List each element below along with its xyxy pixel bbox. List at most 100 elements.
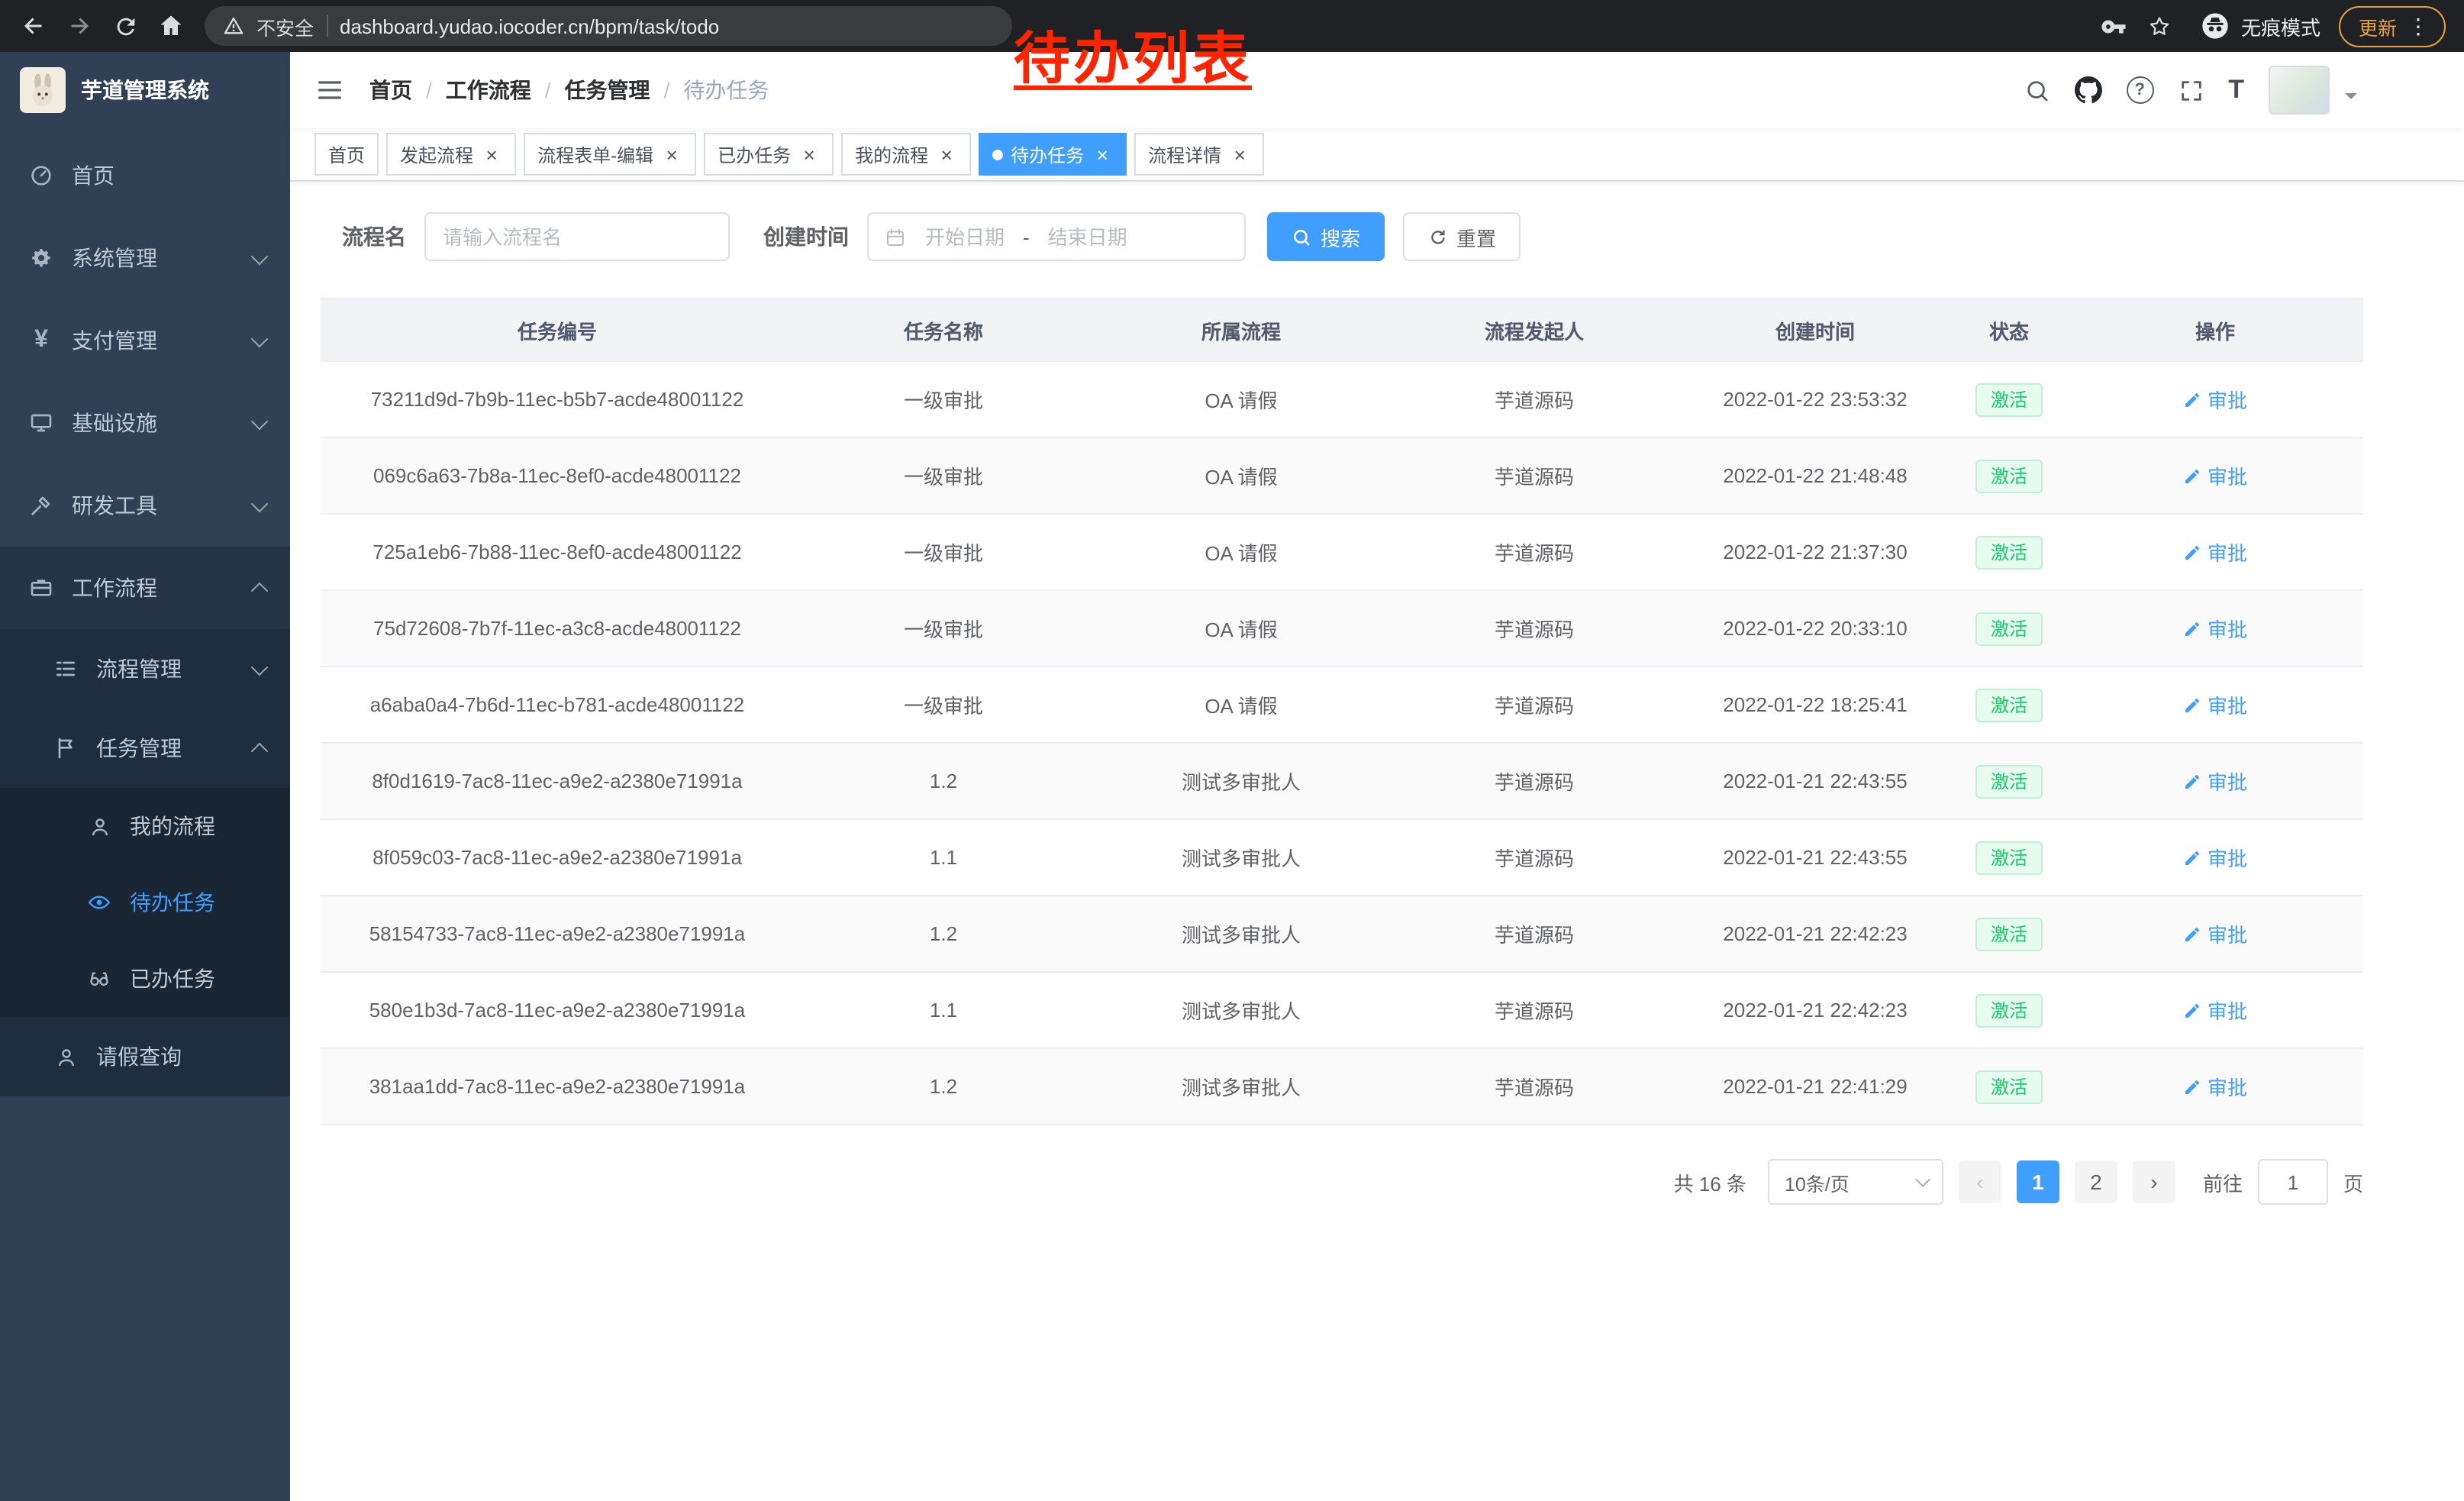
main-area: 首页 / 工作流程 / 任务管理 / 待办任务 ? (290, 52, 2464, 1501)
prev-page-button[interactable]: ‹ (1959, 1160, 2001, 1203)
cell-created-at: 2022-01-21 22:41:29 (1679, 1048, 1951, 1125)
hamburger-icon[interactable] (314, 75, 345, 105)
approve-link[interactable]: 审批 (2183, 385, 2247, 414)
page-button-2[interactable]: 2 (2075, 1160, 2117, 1203)
update-button[interactable]: 更新 ⋮ (2339, 5, 2446, 47)
tab-home[interactable]: 首页 (314, 133, 379, 176)
close-icon[interactable]: × (661, 144, 682, 165)
start-date-input[interactable] (914, 224, 1015, 250)
approve-link[interactable]: 审批 (2183, 1072, 2247, 1101)
sidebar-item-dev-tools[interactable]: 研发工具 (0, 464, 290, 547)
chevron-down-icon (251, 247, 269, 265)
cell-process: 测试多审批人 (1093, 1048, 1389, 1125)
table-row: 381aa1dd-7ac8-11ec-a9e2-a2380e71991a 1.2… (321, 1048, 2363, 1125)
chevron-up-icon (251, 583, 269, 600)
tab-label: 待办任务 (1011, 141, 1084, 167)
close-icon[interactable]: × (1229, 144, 1250, 165)
sidebar-item-workflow[interactable]: 工作流程 (0, 547, 290, 629)
sidebar-item-infrastructure[interactable]: 基础设施 (0, 382, 290, 464)
approve-link[interactable]: 审批 (2183, 767, 2247, 796)
status-badge: 激活 (1975, 764, 2043, 798)
approve-link[interactable]: 审批 (2183, 537, 2247, 567)
column-header-task-name: 任务名称 (794, 299, 1093, 361)
breadcrumb-item-home[interactable]: 首页 (369, 75, 412, 105)
breadcrumb-separator: / (426, 78, 432, 102)
chevron-up-icon (251, 743, 269, 760)
bookmark-star-icon[interactable] (2139, 5, 2182, 47)
sidebar-item-home[interactable]: 首页 (0, 134, 290, 217)
font-size-icon[interactable]: T (2228, 75, 2244, 105)
cell-process: 测试多审批人 (1093, 743, 1389, 819)
status-badge: 激活 (1975, 1070, 2043, 1103)
sidebar-item-payment-management[interactable]: ¥ 支付管理 (0, 299, 290, 382)
chevron-down-icon (251, 495, 269, 512)
help-icon[interactable]: ? (2126, 76, 2153, 104)
page-size-select[interactable]: 10条/页 (1768, 1159, 1943, 1205)
avatar[interactable] (2269, 66, 2330, 115)
close-icon[interactable]: × (798, 144, 820, 165)
reload-icon[interactable] (104, 5, 147, 47)
menu-kebab-icon[interactable]: ⋮ (2408, 15, 2429, 37)
process-name-input[interactable] (424, 212, 730, 261)
reset-button[interactable]: 重置 (1403, 212, 1521, 261)
tab-initiate-process[interactable]: 发起流程 × (386, 133, 516, 176)
chevron-down-icon (1915, 1172, 1930, 1187)
tab-process-form-edit[interactable]: 流程表单-编辑 × (524, 133, 696, 176)
approve-link[interactable]: 审批 (2183, 843, 2247, 872)
status-badge: 激活 (1975, 383, 2043, 416)
search-button[interactable]: 搜索 (1267, 212, 1385, 261)
close-icon[interactable]: × (1092, 144, 1113, 165)
forward-icon[interactable] (58, 5, 101, 47)
approve-link[interactable]: 审批 (2183, 996, 2247, 1025)
key-icon[interactable] (2093, 5, 2136, 47)
breadcrumb-item-task-management[interactable]: 任务管理 (565, 75, 650, 105)
sidebar-item-done-tasks[interactable]: 已办任务 (0, 941, 290, 1017)
sidebar-item-my-processes[interactable]: 我的流程 (0, 788, 290, 864)
next-page-button[interactable]: › (2133, 1160, 2175, 1203)
list-icon (52, 657, 79, 681)
tags-view: 首页 发起流程 × 流程表单-编辑 × 已办任务 × 我的流程 × (290, 128, 2464, 182)
date-range-picker[interactable]: - (867, 212, 1246, 261)
sidebar-item-label: 基础设施 (72, 408, 237, 438)
sidebar-item-process-management[interactable]: 流程管理 (0, 629, 290, 709)
approve-link[interactable]: 审批 (2183, 919, 2247, 948)
sidebar-item-system-management[interactable]: 系统管理 (0, 217, 290, 299)
close-icon[interactable]: × (481, 144, 502, 165)
security-label: 不安全 (256, 11, 314, 40)
caret-down-icon[interactable] (2345, 93, 2357, 105)
approve-link[interactable]: 审批 (2183, 461, 2247, 490)
search-icon[interactable] (2024, 77, 2050, 103)
close-icon[interactable]: × (936, 144, 957, 165)
tab-done-tasks[interactable]: 已办任务 × (704, 133, 834, 176)
table-row: 580e1b3d-7ac8-11ec-a9e2-a2380e71991a 1.1… (321, 972, 2363, 1048)
approve-link[interactable]: 审批 (2183, 614, 2247, 643)
sidebar-item-leave-query[interactable]: 请假查询 (0, 1017, 290, 1096)
eye-icon (85, 890, 113, 915)
home-icon[interactable] (150, 5, 192, 47)
breadcrumb-item-workflow[interactable]: 工作流程 (446, 75, 531, 105)
column-header-process: 所属流程 (1093, 299, 1389, 361)
fullscreen-icon[interactable] (2178, 77, 2204, 103)
sidebar-item-todo-tasks[interactable]: 待办任务 (0, 864, 290, 941)
cell-task-id: 73211d9d-7b9b-11ec-b5b7-acde48001122 (321, 361, 794, 437)
tab-process-detail[interactable]: 流程详情 × (1134, 133, 1264, 176)
goto-page-input[interactable] (2258, 1159, 2328, 1205)
app-logo[interactable]: 芋道管理系统 (0, 52, 290, 128)
breadcrumb-separator: / (545, 78, 551, 102)
content-header: 首页 / 工作流程 / 任务管理 / 待办任务 ? (290, 52, 2464, 128)
approve-link[interactable]: 审批 (2183, 690, 2247, 719)
tab-todo-tasks[interactable]: 待办任务 × (979, 133, 1127, 176)
sidebar-item-task-management[interactable]: 任务管理 (0, 709, 290, 788)
address-bar[interactable]: 不安全 dashboard.yudao.iocoder.cn/bpm/task/… (205, 6, 1012, 46)
back-icon[interactable] (12, 5, 55, 47)
annotation-overlay: 待办列表 (1014, 12, 1252, 95)
end-date-input[interactable] (1037, 224, 1138, 250)
tab-my-processes[interactable]: 我的流程 × (841, 133, 971, 176)
cell-process: 测试多审批人 (1093, 819, 1389, 896)
page-button-1[interactable]: 1 (2017, 1160, 2059, 1203)
header-actions: ? T (2024, 66, 2357, 115)
search-button-label: 搜索 (1321, 222, 1360, 251)
total-count: 共 16 条 (1674, 1167, 1746, 1196)
app-frame: 芋道管理系统 首页 系统管理 ¥ 支付管理 (0, 52, 2464, 1501)
github-icon[interactable] (2074, 76, 2101, 104)
